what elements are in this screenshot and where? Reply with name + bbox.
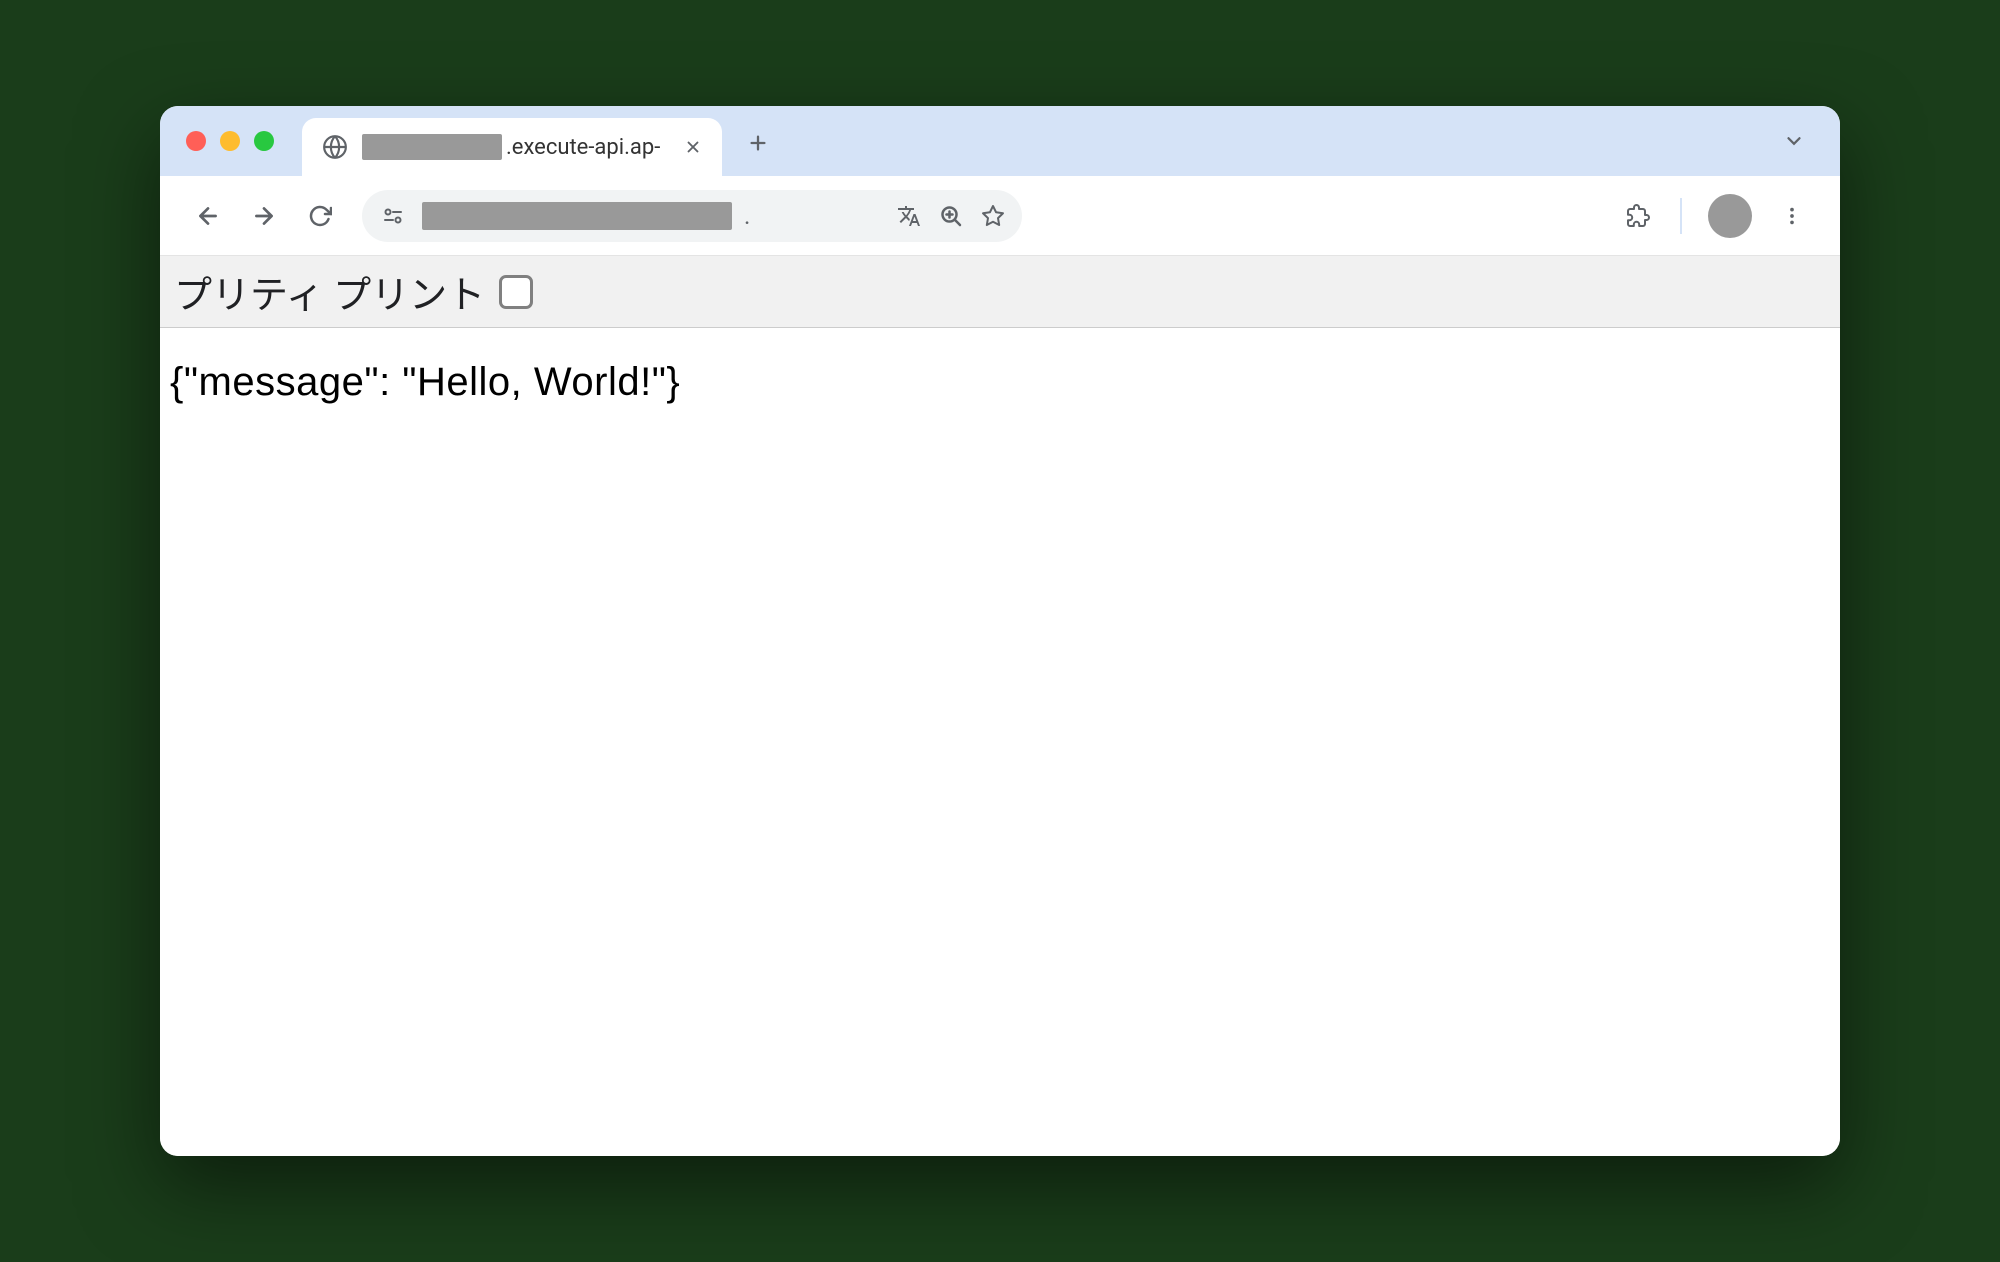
site-settings-icon[interactable] [376,199,410,233]
kebab-menu-button[interactable] [1768,192,1816,240]
tab-title-text: .execute-api.ap- [506,135,660,160]
zoom-icon[interactable] [936,201,966,231]
globe-icon [322,134,348,160]
maximize-window-button[interactable] [254,131,274,151]
redacted-subdomain [362,134,502,160]
close-window-button[interactable] [186,131,206,151]
browser-toolbar: . [160,176,1840,256]
new-tab-button[interactable] [736,121,780,165]
bookmark-star-icon[interactable] [978,201,1008,231]
json-response-text: {"message": "Hello, World!"} [170,360,1830,405]
toolbar-divider [1680,198,1682,234]
browser-window: .execute-api.ap- [160,106,1840,1156]
address-bar[interactable]: . [362,190,1022,242]
back-button[interactable] [184,192,232,240]
tabs-dropdown-button[interactable] [1772,119,1816,163]
forward-button[interactable] [240,192,288,240]
pretty-print-label: プリティ プリント [174,264,485,319]
tab-title: .execute-api.ap- [362,134,668,160]
browser-tab[interactable]: .execute-api.ap- [302,118,722,176]
profile-avatar-button[interactable] [1708,194,1752,238]
extensions-button[interactable] [1614,192,1662,240]
pretty-print-bar: プリティ プリント [160,256,1840,328]
reload-button[interactable] [296,192,344,240]
window-controls [186,131,274,151]
tab-strip: .execute-api.ap- [160,106,1840,176]
translate-icon[interactable] [894,201,924,231]
pretty-print-checkbox[interactable] [499,275,533,309]
redacted-url [422,202,732,230]
page-content: {"message": "Hello, World!"} [160,328,1840,1156]
url-dot: . [744,202,750,230]
close-tab-button[interactable] [682,136,704,158]
minimize-window-button[interactable] [220,131,240,151]
